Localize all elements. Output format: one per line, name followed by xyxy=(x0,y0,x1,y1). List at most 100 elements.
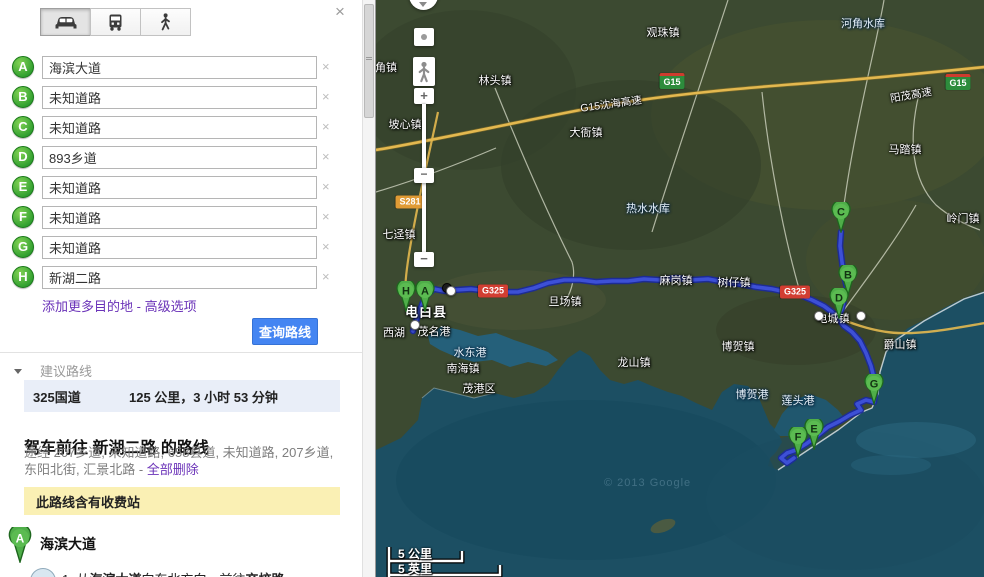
zoom-in-button[interactable]: + xyxy=(414,88,434,104)
panel-divider xyxy=(0,352,362,353)
route-summary: 125 公里，3 小时 53 分钟 xyxy=(129,387,278,406)
waypoint-row-f: F × xyxy=(0,206,362,229)
route-shield-g325: G325 xyxy=(780,286,810,299)
waypoint-input-c[interactable] xyxy=(42,116,317,139)
street-view-pegman[interactable] xyxy=(413,57,435,86)
clear-waypoint-h-icon[interactable]: × xyxy=(322,270,330,284)
clear-waypoint-c-icon[interactable]: × xyxy=(322,120,330,134)
google-maps-directions-screen: × A × B × C × D × E × F × xyxy=(0,0,984,577)
svg-text:E: E xyxy=(810,424,817,436)
route-marker-pin-d[interactable]: D xyxy=(828,288,850,324)
transit-mode-button[interactable] xyxy=(90,8,141,36)
panel-scrollbar-thumb[interactable] xyxy=(364,4,374,118)
route-marker-pin-a[interactable]: A xyxy=(414,281,436,317)
svg-text:F: F xyxy=(795,432,802,444)
add-destination-link[interactable]: 添加更多目的地 xyxy=(42,299,133,314)
route-marker-pin-c[interactable]: C xyxy=(830,202,852,238)
svg-text:D: D xyxy=(835,293,843,305)
step-drag-handle[interactable] xyxy=(30,568,56,577)
map-town-label: 茂港区 xyxy=(463,380,496,396)
get-directions-button[interactable]: 查询路线 xyxy=(252,318,318,345)
svg-text:C: C xyxy=(837,207,845,219)
route-marker-pin-g[interactable]: G xyxy=(863,374,885,410)
map-town-label: 南海镇 xyxy=(447,360,480,376)
clear-waypoint-e-icon[interactable]: × xyxy=(322,180,330,194)
map-water-label: 莲头港 xyxy=(782,392,815,408)
map-water-label: 河角水库 xyxy=(841,15,885,31)
waypoint-row-h: H × xyxy=(0,266,362,289)
advanced-options-link[interactable]: 高级选项 xyxy=(145,299,197,314)
clear-waypoint-a-icon[interactable]: × xyxy=(322,60,330,74)
map-town-label: 角镇 xyxy=(375,59,397,75)
clear-waypoint-b-icon[interactable]: × xyxy=(322,90,330,104)
map-town-label: 西湖 xyxy=(383,324,405,340)
svg-text:A: A xyxy=(421,286,429,298)
zoom-out-button[interactable]: − xyxy=(414,252,434,267)
map-town-label: 旦场镇 xyxy=(549,293,582,309)
collapse-triangle-icon xyxy=(14,369,22,374)
start-point-pin: A xyxy=(7,527,33,568)
waypoint-input-e[interactable] xyxy=(42,176,317,199)
map-copyright-watermark: © 2013 Google xyxy=(604,477,691,489)
waypoint-badge-c: C xyxy=(12,116,34,138)
clear-waypoint-g-icon[interactable]: × xyxy=(322,240,330,254)
waypoint-input-g[interactable] xyxy=(42,236,317,259)
panel-scrollbar[interactable] xyxy=(362,0,375,577)
link-separator: - xyxy=(133,299,145,314)
map-town-label: 茂名港 xyxy=(418,323,451,339)
clear-waypoint-d-icon[interactable]: × xyxy=(322,150,330,164)
waypoint-badge-f: F xyxy=(12,206,34,228)
toll-warning-banner: 此路线含有收费站 xyxy=(24,487,340,515)
map-canvas[interactable]: 角镇观珠镇林头镇坡心镇大衙镇马踏镇七迳镇岭门镇麻岗镇树仔镇旦场镇电城镇爵山镇博贺… xyxy=(375,0,984,577)
route-option-selected[interactable]: 325国道 125 公里，3 小时 53 分钟 xyxy=(24,380,340,412)
waypoint-input-h[interactable] xyxy=(42,266,317,289)
map-town-label: 七迳镇 xyxy=(383,226,416,242)
start-point-name: 海滨大道 xyxy=(40,534,96,554)
zoom-slider-handle[interactable]: − xyxy=(414,168,434,183)
suggested-routes-label: 建议路线 xyxy=(40,361,92,380)
svg-text:G: G xyxy=(870,379,879,391)
pedestrian-icon xyxy=(159,13,172,31)
route-shield-g15: G15 xyxy=(659,73,684,89)
waypoint-row-g: G × xyxy=(0,236,362,259)
svg-text:H: H xyxy=(402,286,410,298)
route-via-point[interactable] xyxy=(446,286,456,296)
map-town-label: 大衙镇 xyxy=(570,124,603,140)
direction-step-1[interactable]: 1. 从海滨大道向东北方向，前往交校路 xyxy=(62,569,285,577)
map-town-label: 马踏镇 xyxy=(889,141,922,157)
route-via-point[interactable] xyxy=(814,311,824,321)
waypoint-badge-e: E xyxy=(12,176,34,198)
driving-mode-button[interactable] xyxy=(40,8,91,36)
waypoint-badge-h: H xyxy=(12,266,34,288)
directions-panel: × A × B × C × D × E × F × xyxy=(0,0,362,577)
map-town-label: 麻岗镇 xyxy=(660,272,693,288)
bus-icon xyxy=(108,14,123,31)
route-via-point[interactable] xyxy=(410,320,420,330)
close-panel-button[interactable]: × xyxy=(331,3,349,21)
map-town-label: 观珠镇 xyxy=(647,24,680,40)
waypoint-input-d[interactable] xyxy=(42,146,317,169)
route-marker-pin-f[interactable]: F xyxy=(787,427,809,463)
toll-warning-text: 此路线含有收费站 xyxy=(36,492,140,511)
route-shield-s281: S281 xyxy=(395,196,424,209)
waypoint-input-a[interactable] xyxy=(42,56,317,79)
svg-text:A: A xyxy=(16,532,25,546)
map-town-label: 爵山镇 xyxy=(884,336,917,352)
scale-miles-label: 5 英里 xyxy=(398,560,432,577)
walking-mode-button[interactable] xyxy=(140,8,191,36)
map-reset-button[interactable] xyxy=(414,28,434,46)
suggested-routes-header[interactable]: 建议路线 xyxy=(14,361,92,380)
waypoint-row-d: D × xyxy=(0,146,362,169)
map-water-label: 博贺港 xyxy=(736,386,769,402)
waypoint-row-c: C × xyxy=(0,116,362,139)
route-shield-g15: G15 xyxy=(945,74,970,90)
clear-waypoint-f-icon[interactable]: × xyxy=(322,210,330,224)
route-via-point[interactable] xyxy=(856,311,866,321)
route-name: 325国道 xyxy=(33,387,129,406)
waypoint-input-f[interactable] xyxy=(42,206,317,229)
destination-links: 添加更多目的地 - 高级选项 xyxy=(42,296,197,315)
remove-all-link[interactable]: 全部删除 xyxy=(147,462,199,477)
zoom-slider-track[interactable] xyxy=(422,104,426,263)
route-shield-g325: G325 xyxy=(478,285,508,298)
waypoint-input-b[interactable] xyxy=(42,86,317,109)
